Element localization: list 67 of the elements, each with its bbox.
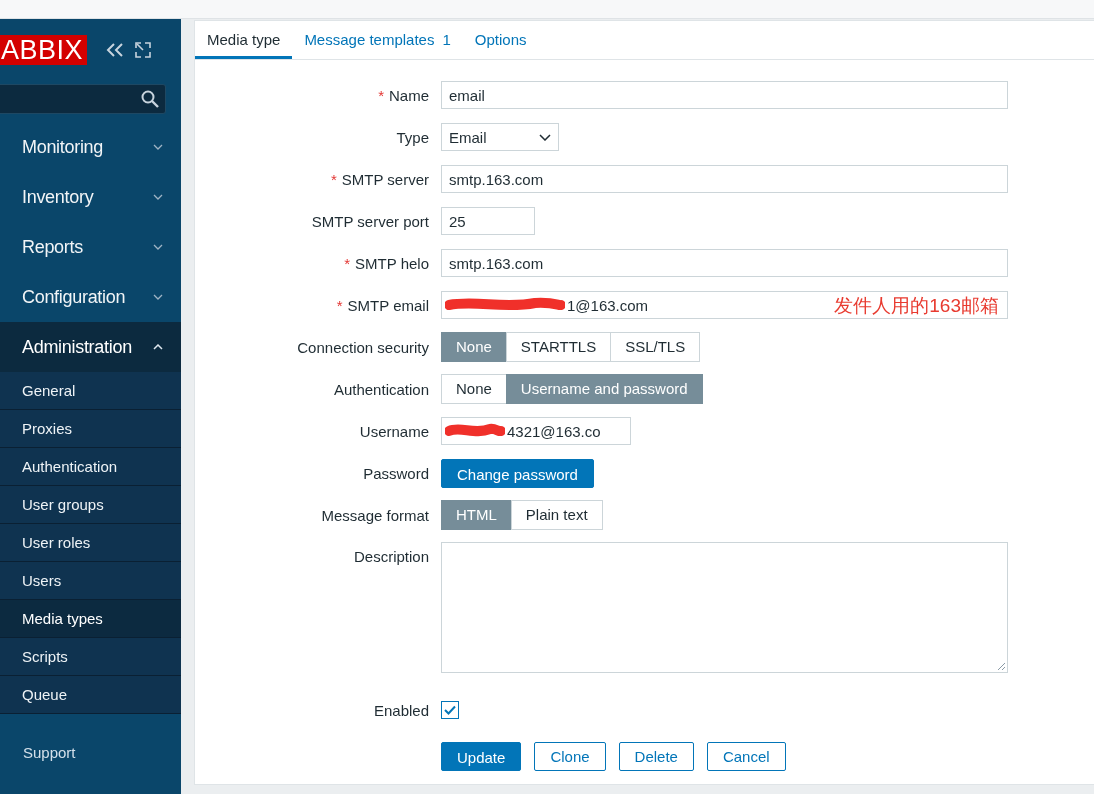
form-button[interactable]: Delete: [618, 741, 694, 771]
input-field[interactable]: email: [441, 81, 1008, 109]
submenu-item[interactable]: Proxies: [0, 410, 181, 448]
submenu-item[interactable]: Scripts: [0, 638, 181, 676]
field-label: SMTP email: [347, 296, 429, 314]
logo: ABBIX: [0, 35, 88, 65]
form-button[interactable]: Clone: [534, 741, 606, 771]
menu-item[interactable]: Inventory: [0, 172, 181, 222]
support-link[interactable]: Support: [0, 714, 181, 761]
field-label: Password: [363, 464, 429, 482]
field-label: Authentication: [333, 380, 429, 398]
input-field[interactable]: 25: [441, 207, 535, 235]
input-field[interactable]: smtp.163.com: [441, 249, 1008, 277]
submenu-item[interactable]: Media types: [0, 600, 181, 638]
menu-item[interactable]: Administration: [0, 322, 181, 372]
collapse-icon[interactable]: [105, 42, 126, 58]
chevron-down-icon[interactable]: [153, 244, 163, 250]
caret-icon[interactable]: [539, 133, 551, 141]
submenu-item[interactable]: Users: [0, 562, 181, 600]
input-field[interactable]: smtp.163.com: [441, 165, 1008, 193]
segment-option[interactable]: Plain text: [510, 500, 603, 530]
chevron-down-icon[interactable]: [153, 194, 163, 200]
field-label: SMTP helo: [355, 254, 429, 272]
chevron-up-icon[interactable]: [153, 344, 163, 350]
field-label: Enabled: [373, 701, 429, 719]
field-label: Description: [353, 548, 429, 565]
segment-option[interactable]: None: [441, 374, 507, 404]
submenu-item[interactable]: Queue: [0, 676, 181, 714]
input-field[interactable]: 4321@163.co: [441, 417, 631, 445]
submenu-item[interactable]: User groups: [0, 486, 181, 524]
submenu-item[interactable]: General: [0, 372, 181, 410]
field-label: Name: [389, 86, 429, 104]
tab[interactable]: Message templates 1: [292, 21, 463, 59]
required-mark: *: [378, 86, 384, 104]
field-label: Username: [359, 422, 429, 440]
fullscreen-icon[interactable]: [135, 42, 152, 58]
required-mark: *: [330, 170, 337, 188]
required-mark: *: [344, 254, 351, 272]
field-label: Connection security: [297, 338, 429, 356]
form-button[interactable]: Update: [441, 741, 522, 771]
tab[interactable]: Options: [462, 21, 539, 59]
segment-option[interactable]: SSL/TLS: [610, 332, 701, 362]
tab[interactable]: Media type: [195, 21, 293, 59]
chevron-down-icon[interactable]: [153, 144, 163, 150]
input-field[interactable]: 1@163.com 发件人用的163邮箱: [441, 291, 1008, 319]
chevron-down-icon[interactable]: [153, 294, 163, 300]
submenu-item[interactable]: User roles: [0, 524, 181, 562]
type-dropdown[interactable]: Email: [441, 123, 559, 151]
field-label: Message format: [321, 506, 429, 524]
field-label: Type: [396, 128, 429, 146]
submenu-item[interactable]: Authentication: [0, 448, 181, 486]
annotation-text: 发件人用的163邮箱: [834, 295, 999, 317]
checkmark-icon[interactable]: [444, 705, 456, 715]
search-field[interactable]: [0, 84, 166, 114]
menu-item[interactable]: Reports: [0, 222, 181, 272]
form-button[interactable]: Cancel: [706, 741, 786, 771]
field-label: SMTP server port: [311, 212, 429, 230]
menu-item[interactable]: Monitoring: [0, 122, 181, 172]
description-field[interactable]: [441, 542, 1008, 673]
menu-item[interactable]: Configuration: [0, 272, 181, 322]
resize-handle-icon[interactable]: [996, 661, 1006, 671]
field-label: SMTP server: [341, 170, 429, 188]
search-icon[interactable]: [141, 90, 159, 108]
required-mark: *: [336, 296, 343, 314]
checkbox[interactable]: [441, 701, 459, 719]
change-password-button[interactable]: Change password: [441, 458, 594, 488]
segment-option[interactable]: STARTTLS: [505, 332, 612, 362]
